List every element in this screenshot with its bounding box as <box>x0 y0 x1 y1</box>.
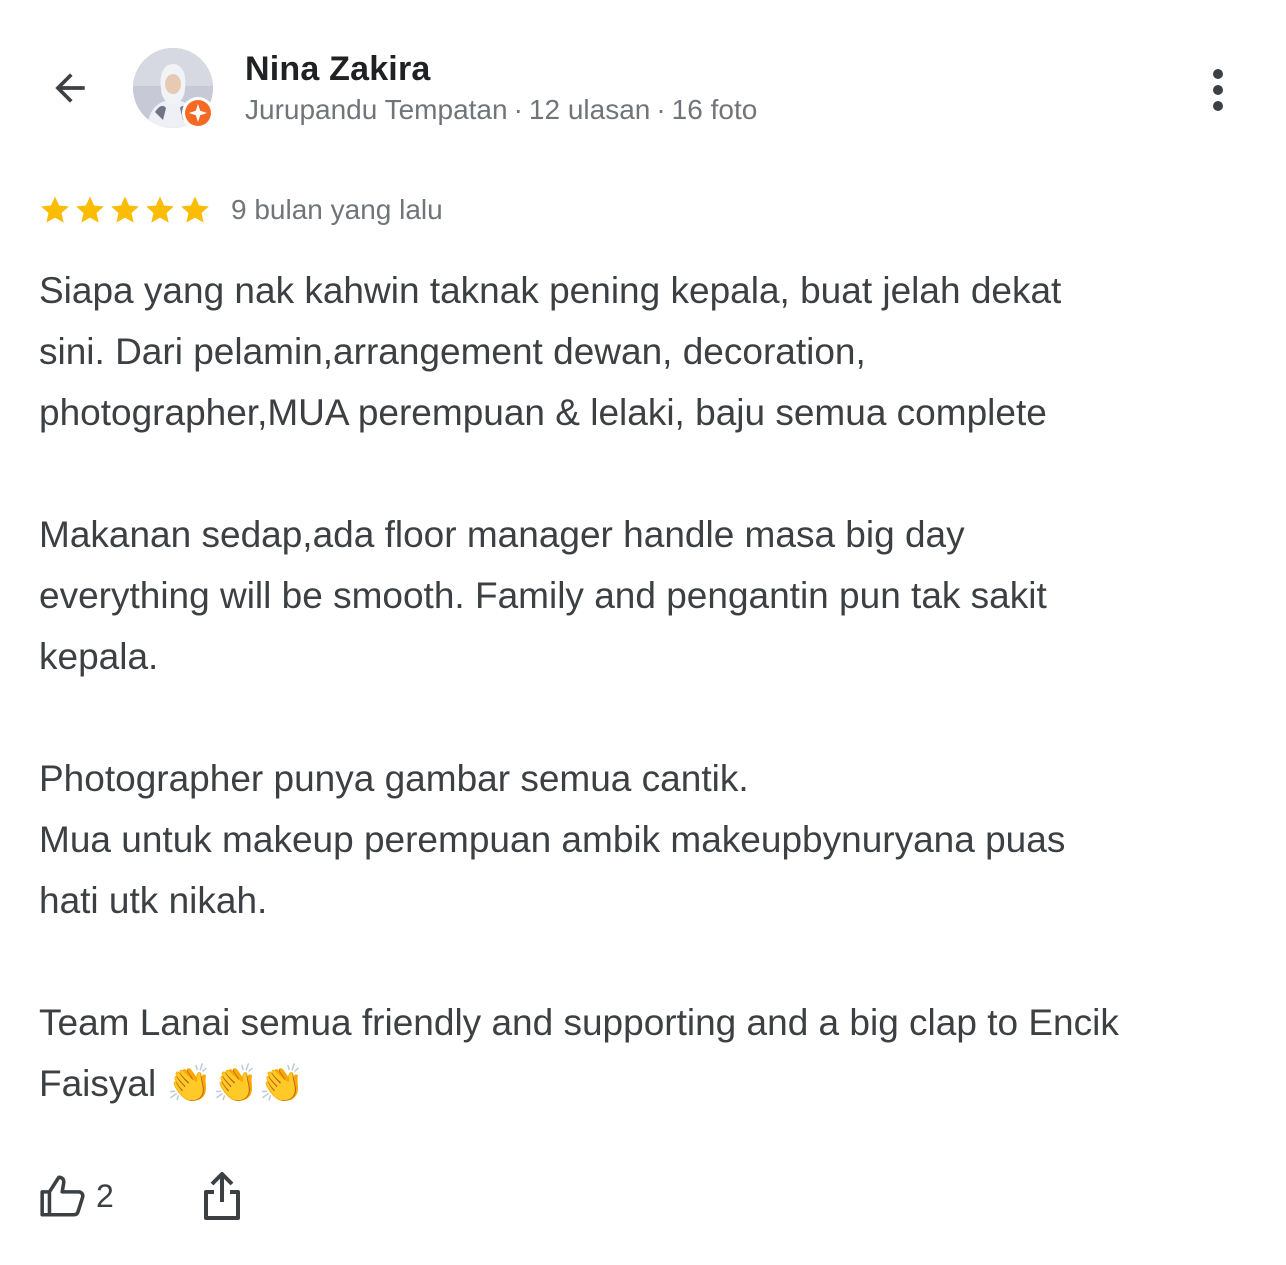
review-count: 12 ulasan <box>528 94 651 125</box>
share-button[interactable] <box>200 1170 244 1222</box>
star-icon <box>146 196 174 223</box>
reviewer-meta: Jurupandu Tempatan · 12 ulasan · 16 foto <box>245 94 757 126</box>
reviewer-name[interactable]: Nina Zakira <box>245 50 431 89</box>
back-button[interactable] <box>44 62 96 114</box>
more-vertical-icon <box>1213 69 1223 111</box>
photo-count: 16 foto <box>671 94 758 125</box>
local-guide-badge-icon <box>182 97 214 129</box>
rating-row: 9 bulan yang lalu <box>38 190 443 230</box>
review-time: 9 bulan yang lalu <box>231 194 443 225</box>
like-count: 2 <box>96 1177 114 1214</box>
arrow-left-icon <box>55 73 85 103</box>
review-actions: 2 <box>38 1168 244 1224</box>
like-button[interactable]: 2 <box>38 1171 114 1221</box>
star-icon <box>111 196 139 223</box>
star-icon <box>76 196 104 223</box>
thumbs-up-icon <box>40 1175 85 1217</box>
star-rating <box>38 193 213 227</box>
meta-separator: · <box>656 94 666 125</box>
star-icon <box>41 196 69 223</box>
local-guide-label: Jurupandu Tempatan <box>245 94 508 125</box>
meta-separator: · <box>513 94 523 125</box>
share-icon <box>203 1172 240 1220</box>
review-text: Siapa yang nak kahwin taknak pening kepa… <box>39 270 1119 1104</box>
more-options-button[interactable] <box>1196 62 1240 118</box>
star-icon <box>181 196 209 223</box>
